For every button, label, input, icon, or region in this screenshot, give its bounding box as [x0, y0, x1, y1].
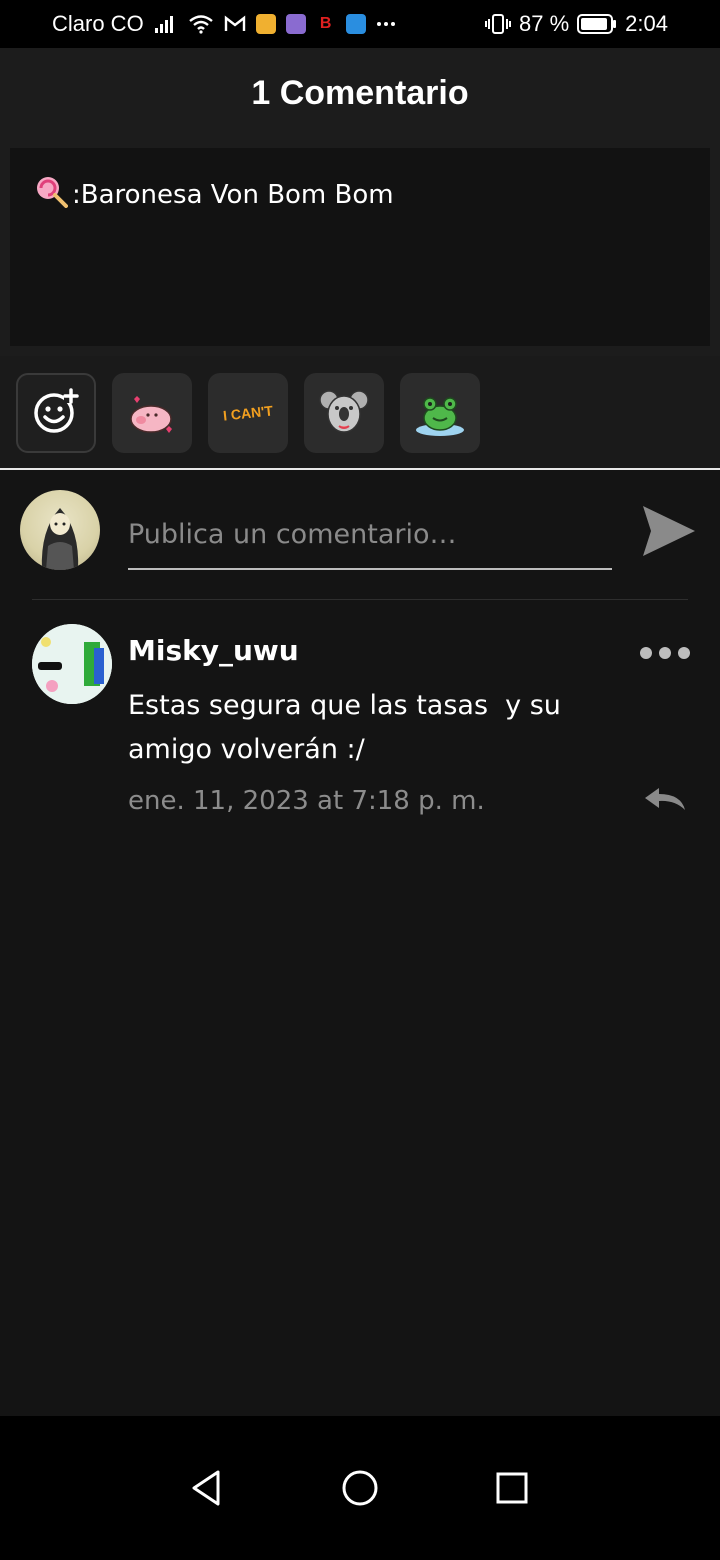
reply-icon	[645, 788, 685, 810]
recents-icon	[496, 1472, 528, 1504]
pig-sticker-image	[130, 396, 172, 433]
more-dot	[678, 647, 690, 659]
gmail-icon	[224, 15, 246, 33]
comment-input[interactable]	[128, 500, 612, 570]
wifi-icon	[188, 14, 214, 34]
system-nav-bar	[0, 1416, 720, 1560]
recents-button[interactable]	[482, 1458, 542, 1518]
status-right: 87 % 2:04	[485, 0, 668, 48]
post-text: :Baronesa Von Bom Bom	[34, 174, 394, 215]
compose-row	[0, 470, 720, 600]
more-notifications-icon	[376, 21, 396, 27]
back-icon	[192, 1470, 220, 1506]
page-title: 1 Comentario	[251, 73, 469, 112]
comment-timestamp: ene. 11, 2023 at 7:18 p. m.	[128, 786, 485, 816]
pig-sticker[interactable]	[112, 373, 192, 453]
add-emoji-icon	[31, 386, 81, 440]
lollipop-icon	[34, 174, 68, 215]
reply-button[interactable]	[640, 780, 690, 820]
comment-item: Misky_uwu Estas segura que las tasas y s…	[0, 600, 720, 840]
battery-icon	[577, 13, 617, 35]
header: 1 Comentario	[0, 48, 720, 138]
add-sticker-button[interactable]	[16, 373, 96, 453]
koala-sticker-image	[319, 390, 369, 433]
i-cant-text: I CAN'T	[222, 402, 274, 424]
avatar[interactable]	[20, 490, 100, 570]
more-dot	[659, 647, 671, 659]
commenter-avatar-image	[32, 624, 112, 704]
koala-sticker[interactable]	[304, 373, 384, 453]
app-icon	[285, 14, 306, 34]
back-button[interactable]	[176, 1458, 236, 1518]
post-title: :Baronesa Von Bom Bom	[72, 179, 394, 210]
app-icon	[255, 14, 276, 34]
frog-sticker-image	[416, 397, 464, 436]
home-icon	[342, 1470, 378, 1506]
more-options-button[interactable]	[640, 640, 690, 666]
post-preview: :Baronesa Von Bom Bom	[0, 138, 720, 358]
clock: 2:04	[625, 11, 668, 36]
avatar-image	[41, 508, 79, 570]
comment-text: Estas segura que las tasas y su amigo vo…	[128, 690, 570, 765]
signal-icon	[154, 14, 178, 34]
vibrate-icon	[485, 13, 512, 35]
comment-username[interactable]: Misky_uwu	[128, 634, 299, 667]
carrier-label: Claro CO	[52, 11, 144, 36]
status-left: Claro CO B	[52, 0, 396, 48]
send-button[interactable]	[640, 502, 698, 560]
sticker-bar: I CAN'T	[0, 356, 720, 468]
frog-sticker[interactable]	[400, 373, 480, 453]
i-cant-sticker[interactable]: I CAN'T	[208, 373, 288, 453]
commenter-avatar[interactable]	[32, 624, 112, 704]
send-icon	[643, 506, 695, 556]
battery-percent: 87 %	[519, 11, 570, 36]
post-box[interactable]: :Baronesa Von Bom Bom	[10, 148, 710, 346]
app-icon: B	[319, 15, 332, 32]
app-icon	[345, 14, 366, 34]
home-button[interactable]	[330, 1458, 390, 1518]
status-bar: Claro CO B 87 % 2:04	[0, 0, 720, 48]
more-dot	[640, 647, 652, 659]
